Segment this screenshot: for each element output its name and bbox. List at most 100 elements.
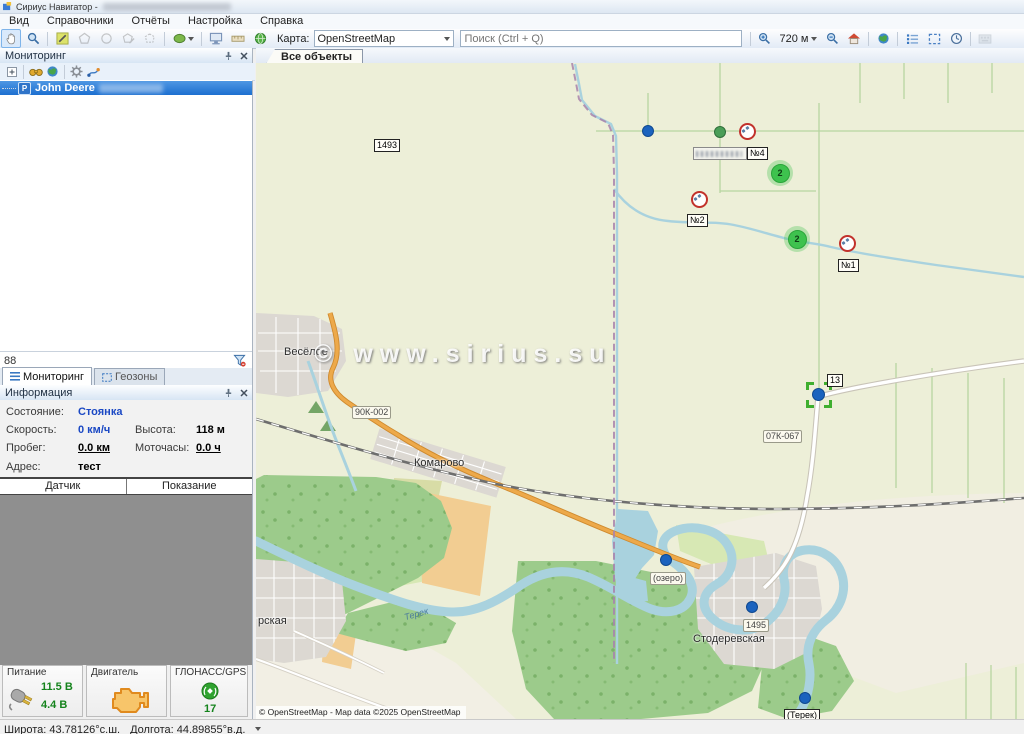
tree-branch-line xyxy=(2,88,16,89)
object-cluster[interactable]: 2 xyxy=(784,226,810,252)
state-label: Состояние: xyxy=(6,406,64,419)
map-viewport[interactable]: 1493 №4 2 №2 2 №1 13 07К-067 90К-002 Вес… xyxy=(256,63,1024,719)
map-tab-all-objects[interactable]: Все объекты xyxy=(266,49,363,64)
map-point-green[interactable] xyxy=(714,126,726,138)
globe-3d-icon xyxy=(254,32,267,45)
speed-value: 0 км/ч xyxy=(78,424,110,437)
menu-settings[interactable]: Настройка xyxy=(179,14,251,29)
zoom-out-button[interactable] xyxy=(822,29,842,48)
gps-gauge: ГЛОНАСС/GPS 17 xyxy=(170,665,248,717)
toolbar-separator xyxy=(164,32,165,46)
disconnected-device-icon[interactable] xyxy=(739,123,756,140)
polygon-icon xyxy=(78,32,91,45)
cut-polygon-button[interactable] xyxy=(140,29,160,48)
toolbar-separator xyxy=(64,65,65,79)
toolbar-separator xyxy=(201,32,202,46)
edit-tool-button[interactable] xyxy=(52,29,72,48)
add-circle-button[interactable] xyxy=(96,29,116,48)
pencil-icon xyxy=(56,32,69,45)
menu-help[interactable]: Справка xyxy=(251,14,312,29)
zoom-tool-button[interactable] xyxy=(23,29,43,48)
add-polygon-button[interactable] xyxy=(74,29,94,48)
toolbar-separator xyxy=(23,65,24,79)
edit-polygon-button[interactable] xyxy=(118,29,138,48)
toolbar-separator xyxy=(47,32,48,46)
menu-view[interactable]: Вид xyxy=(0,14,38,29)
longitude-value: Долгота: 44.89855°в.д. xyxy=(130,724,245,734)
map-label-1495: 1495 xyxy=(743,619,769,632)
dropdown-caret-icon xyxy=(811,37,817,41)
map-point-blue[interactable] xyxy=(746,601,758,613)
close-icon[interactable] xyxy=(237,49,250,62)
gauges-strip: Питание 11.5 В 4.4 В Двигатель ГЛОНАСС/G… xyxy=(0,665,252,719)
tab-geozones[interactable]: Геозоны xyxy=(94,368,165,385)
map-label-13: 13 xyxy=(827,374,843,387)
pin-icon[interactable] xyxy=(222,386,235,399)
menu-reports[interactable]: Отчёты xyxy=(123,14,179,29)
ruler-button[interactable] xyxy=(228,29,248,48)
globe-3d-button[interactable] xyxy=(250,29,270,48)
settings-button[interactable] xyxy=(68,64,85,79)
selected-vehicle-marker[interactable] xyxy=(812,388,825,401)
geozone-icon xyxy=(102,373,112,382)
globe-small-icon xyxy=(46,65,59,78)
fit-extent-button[interactable] xyxy=(924,29,944,48)
menu-directories[interactable]: Справочники xyxy=(38,14,123,29)
tree-item-vehicle[interactable]: P John Deere xyxy=(0,81,252,95)
plug-icon xyxy=(7,686,35,712)
height-label: Высота: xyxy=(135,424,176,437)
panel-tabs: Мониторинг Геозоны xyxy=(0,368,252,386)
screen-button[interactable] xyxy=(206,29,226,48)
sensors-col-reading[interactable]: Показание xyxy=(127,479,253,494)
monitoring-panel-title: Мониторинг xyxy=(0,50,222,62)
map-point-blue[interactable] xyxy=(660,554,672,566)
tab-geozones-label: Геозоны xyxy=(115,371,157,383)
pin-icon[interactable] xyxy=(222,49,235,62)
satellite-icon xyxy=(201,682,219,700)
tab-monitoring[interactable]: Мониторинг xyxy=(2,367,92,385)
funnel-icon xyxy=(233,354,246,367)
sensors-table: Датчик Показание xyxy=(0,477,252,665)
object-cluster[interactable]: 2 xyxy=(767,160,793,186)
zoom-in-button[interactable] xyxy=(755,29,775,48)
mileage-value[interactable]: 0.0 км xyxy=(78,442,110,455)
expand-all-button[interactable] xyxy=(3,64,20,79)
map-tab-bar: Все объекты xyxy=(256,48,1024,64)
left-panel: Мониторинг P John Deere xyxy=(0,48,253,719)
road-ref-07k067: 07К-067 xyxy=(763,430,802,443)
disconnected-device-icon[interactable] xyxy=(691,191,708,208)
find-object-button[interactable] xyxy=(27,64,44,79)
watermark: © www.sirius.su xyxy=(314,340,612,369)
map-label-terek: (Терек) xyxy=(784,709,820,719)
history-time-button[interactable] xyxy=(946,29,966,48)
close-icon[interactable] xyxy=(237,386,250,399)
geozone-color-button[interactable] xyxy=(169,29,197,48)
hours-value[interactable]: 0.0 ч xyxy=(196,442,221,455)
track-button[interactable] xyxy=(85,64,102,79)
map-canvas xyxy=(256,63,1024,719)
search-input[interactable] xyxy=(460,30,742,47)
town-label-stoderevskaya: Стодеревская xyxy=(693,633,765,645)
object-list-button[interactable] xyxy=(902,29,922,48)
filter-button[interactable] xyxy=(231,353,248,368)
statusbar-caret-icon[interactable] xyxy=(255,727,261,731)
pan-tool-button[interactable] xyxy=(1,29,21,48)
globe-button[interactable] xyxy=(873,29,893,48)
keyboard-button[interactable] xyxy=(975,29,995,48)
toolbar-separator xyxy=(970,32,971,46)
town-label-partial: рская xyxy=(258,615,287,627)
hand-icon xyxy=(5,32,18,45)
home-view-button[interactable] xyxy=(844,29,864,48)
disconnected-device-icon[interactable] xyxy=(839,235,856,252)
sensors-table-header: Датчик Показание xyxy=(0,479,252,495)
engine-icon xyxy=(107,683,149,715)
sensors-col-sensor[interactable]: Датчик xyxy=(0,479,127,494)
map-label-lake: (озеро) xyxy=(650,572,686,585)
map-provider-select[interactable]: OpenStreetMap xyxy=(314,30,454,47)
tree-filter-input[interactable] xyxy=(0,354,231,368)
show-on-map-button[interactable] xyxy=(44,64,61,79)
map-scale-select[interactable]: 720 м xyxy=(776,31,822,46)
magnifier-icon xyxy=(27,32,40,45)
map-point-blue[interactable] xyxy=(642,125,654,137)
map-point-blue[interactable] xyxy=(799,692,811,704)
